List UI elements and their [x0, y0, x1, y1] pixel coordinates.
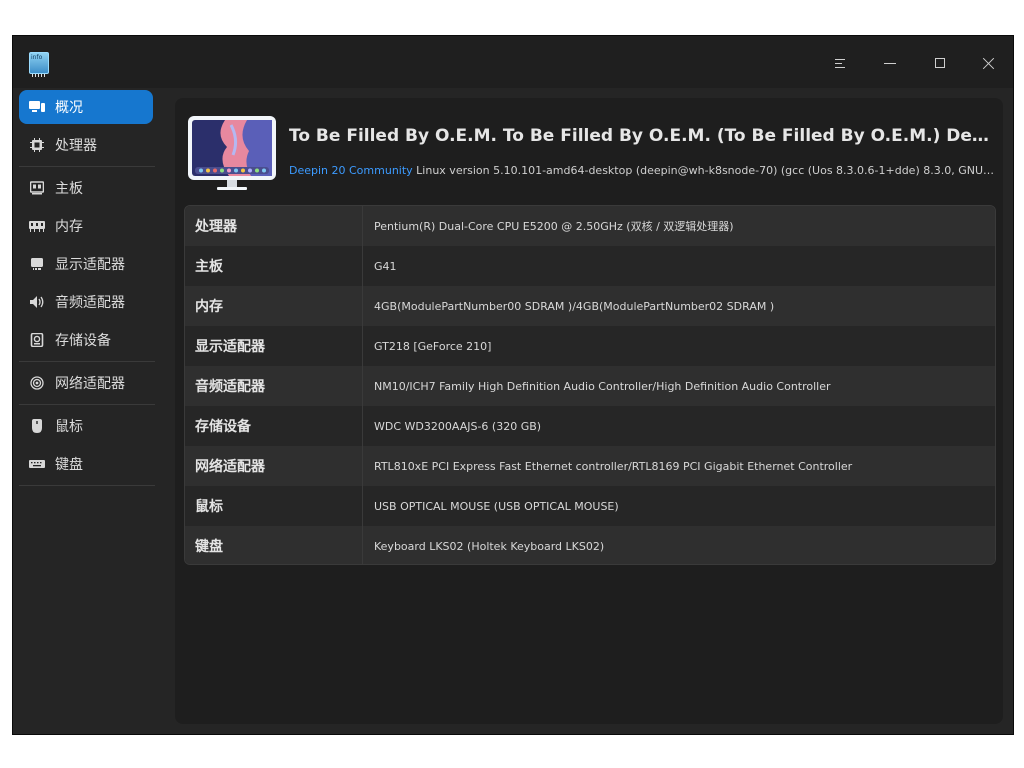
- sidebar-item-label: 网络适配器: [55, 376, 125, 392]
- sidebar-item-label: 显示适配器: [55, 257, 125, 273]
- speaker-icon: [29, 294, 45, 310]
- menu-icon: [835, 58, 845, 68]
- app-icon: info: [29, 52, 49, 77]
- sidebar-separator: [19, 404, 155, 405]
- sidebar-item-overview[interactable]: 概况: [19, 90, 153, 124]
- hardware-summary-table: 处理器 Pentium(R) Dual-Core CPU E5200 @ 2.5…: [184, 205, 996, 565]
- sidebar-item-display-adapter[interactable]: 显示适配器: [19, 247, 153, 281]
- row-key: 主板: [185, 246, 363, 286]
- sidebar-item-mouse[interactable]: 鼠标: [19, 409, 153, 443]
- mouse-icon: [29, 418, 45, 434]
- computer-title: To Be Filled By O.E.M. To Be Filled By O…: [289, 126, 999, 146]
- row-key: 存储设备: [185, 406, 363, 446]
- row-value: Pentium(R) Dual-Core CPU E5200 @ 2.50GHz…: [374, 220, 734, 233]
- os-info: Deepin 20 Community Linux version 5.10.1…: [289, 164, 995, 177]
- kernel-info: Linux version 5.10.101-amd64-desktop (de…: [416, 164, 995, 177]
- sidebar-item-label: 内存: [55, 219, 83, 235]
- monitor-icon: [187, 115, 277, 191]
- row-value: 4GB(ModulePartNumber00 SDRAM )/4GB(Modul…: [374, 299, 775, 313]
- row-value: Keyboard LKS02 (Holtek Keyboard LKS02): [374, 539, 605, 553]
- sidebar-separator: [19, 361, 155, 362]
- motherboard-icon: [29, 180, 45, 196]
- sidebar-item-label: 鼠标: [55, 419, 83, 435]
- close-button[interactable]: [973, 48, 1003, 78]
- row-key: 网络适配器: [185, 446, 363, 486]
- table-row: 网络适配器 RTL810xE PCI Express Fast Ethernet…: [185, 446, 995, 486]
- sidebar-item-cpu[interactable]: 处理器: [19, 128, 153, 162]
- overview-panel: To Be Filled By O.E.M. To Be Filled By O…: [175, 98, 1003, 724]
- row-key: 显示适配器: [185, 326, 363, 366]
- close-icon: [982, 57, 995, 70]
- sidebar-item-label: 概况: [55, 100, 83, 116]
- sidebar-item-label: 音频适配器: [55, 295, 125, 311]
- keyboard-icon: [29, 456, 45, 472]
- row-key: 鼠标: [185, 486, 363, 526]
- sidebar-item-label: 主板: [55, 181, 83, 197]
- cpu-icon: [29, 137, 45, 153]
- device-manager-window: info 概况 处理器 主板 内存 显示适配器 音频适配器 存储设备 网络适配器…: [12, 35, 1014, 735]
- row-value: WDC WD3200AAJS-6 (320 GB): [374, 419, 542, 433]
- overview-icon: [29, 99, 45, 115]
- row-key: 内存: [185, 286, 363, 326]
- row-value: NM10/ICH7 Family High Definition Audio C…: [374, 379, 831, 393]
- main-menu-button[interactable]: [825, 48, 855, 78]
- app-icon-text: info: [31, 54, 43, 61]
- row-value: RTL810xE PCI Express Fast Ethernet contr…: [374, 459, 853, 473]
- os-name-link[interactable]: Deepin 20 Community: [289, 164, 413, 177]
- sidebar-item-label: 键盘: [55, 457, 83, 473]
- display-adapter-icon: [29, 256, 45, 272]
- memory-icon: [29, 218, 45, 234]
- titlebar[interactable]: info: [13, 36, 1013, 88]
- row-value: G41: [374, 259, 397, 273]
- table-row: 音频适配器 NM10/ICH7 Family High Definition A…: [185, 366, 995, 406]
- table-row: 处理器 Pentium(R) Dual-Core CPU E5200 @ 2.5…: [185, 206, 995, 246]
- row-value: USB OPTICAL MOUSE (USB OPTICAL MOUSE): [374, 499, 619, 513]
- minimize-icon: [884, 62, 896, 64]
- minimize-button[interactable]: [875, 48, 905, 78]
- sidebar-item-motherboard[interactable]: 主板: [19, 171, 153, 205]
- sidebar-item-label: 处理器: [55, 138, 97, 154]
- sidebar-item-network-adapter[interactable]: 网络适配器: [19, 366, 153, 400]
- row-key: 音频适配器: [185, 366, 363, 406]
- table-row: 主板 G41: [185, 246, 995, 286]
- maximize-icon: [935, 58, 945, 68]
- sidebar-separator: [19, 485, 155, 486]
- sidebar-item-audio-adapter[interactable]: 音频适配器: [19, 285, 153, 319]
- table-row: 内存 4GB(ModulePartNumber00 SDRAM )/4GB(Mo…: [185, 286, 995, 326]
- sidebar-item-label: 存储设备: [55, 333, 111, 349]
- sidebar-separator: [19, 166, 155, 167]
- sidebar-item-keyboard[interactable]: 键盘: [19, 447, 153, 481]
- maximize-button[interactable]: [925, 48, 955, 78]
- table-row: 键盘 Keyboard LKS02 (Holtek Keyboard LKS02…: [185, 526, 995, 564]
- row-value: GT218 [GeForce 210]: [374, 339, 492, 353]
- row-key: 处理器: [185, 206, 363, 246]
- storage-icon: [29, 332, 45, 348]
- table-row: 显示适配器 GT218 [GeForce 210]: [185, 326, 995, 366]
- table-row: 鼠标 USB OPTICAL MOUSE (USB OPTICAL MOUSE): [185, 486, 995, 526]
- sidebar: 概况 处理器 主板 内存 显示适配器 音频适配器 存储设备 网络适配器 鼠标 键…: [13, 88, 163, 734]
- table-row: 存储设备 WDC WD3200AAJS-6 (320 GB): [185, 406, 995, 446]
- network-icon: [29, 375, 45, 391]
- sidebar-item-memory[interactable]: 内存: [19, 209, 153, 243]
- row-key: 键盘: [185, 526, 363, 564]
- sidebar-item-storage[interactable]: 存储设备: [19, 323, 153, 357]
